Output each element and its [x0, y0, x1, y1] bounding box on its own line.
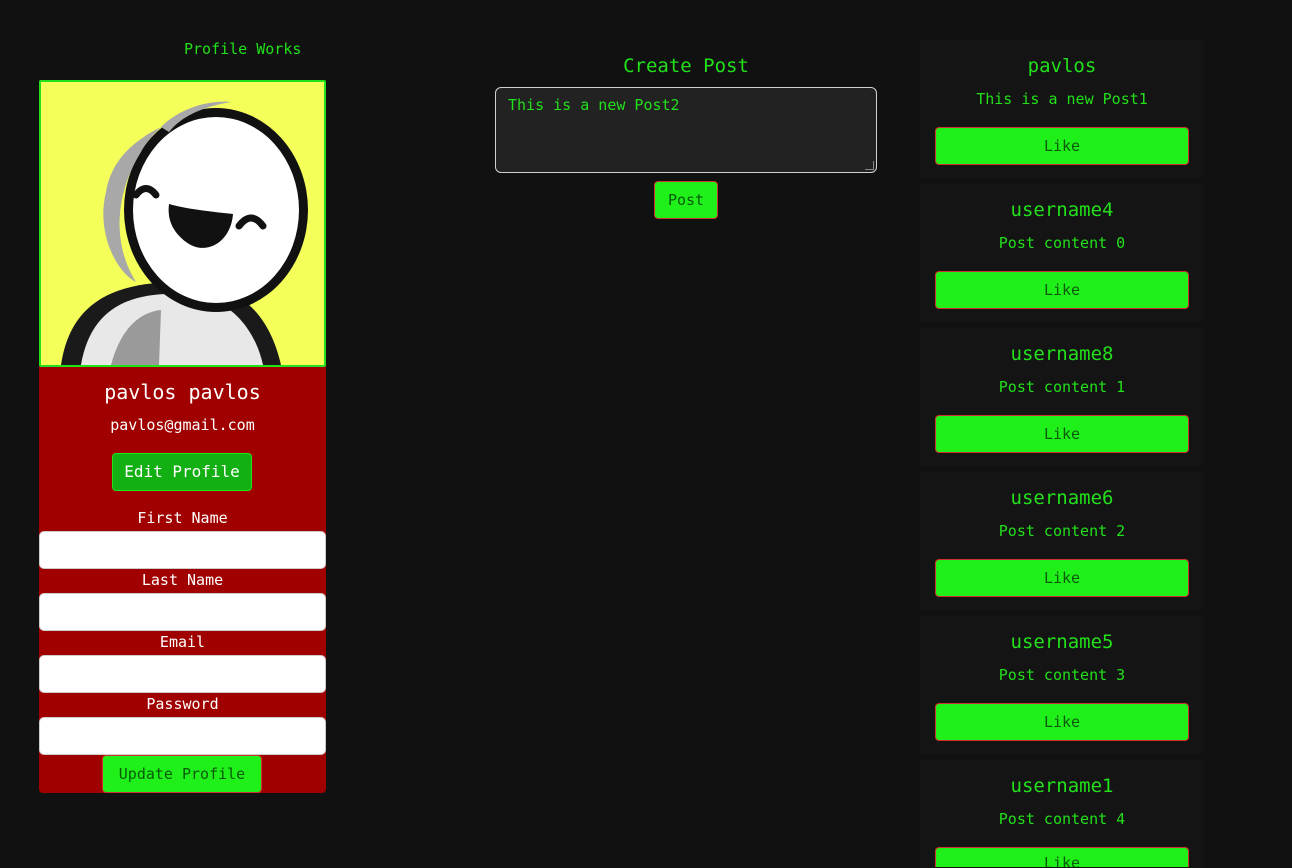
- feed-content: Post content 0: [998, 234, 1126, 252]
- feed-content: Post content 4: [998, 810, 1126, 828]
- first-name-label: First Name: [137, 509, 228, 527]
- feed-content: Post content 2: [998, 522, 1126, 540]
- create-post-title: Create Post: [623, 55, 749, 77]
- like-button[interactable]: Like: [935, 415, 1189, 453]
- post-textarea[interactable]: This is a new Post2: [495, 87, 877, 173]
- last-name-label: Last Name: [141, 571, 224, 589]
- first-name-input[interactable]: [39, 531, 326, 569]
- last-name-input[interactable]: [39, 593, 326, 631]
- feed-username: username8: [1010, 343, 1114, 365]
- like-button[interactable]: Like: [935, 847, 1189, 867]
- email-input[interactable]: [39, 655, 326, 693]
- like-button[interactable]: Like: [935, 703, 1189, 741]
- feed-item: username8 Post content 1 Like: [920, 328, 1204, 466]
- like-button[interactable]: Like: [935, 127, 1189, 165]
- feed-item: username5 Post content 3 Like: [920, 616, 1204, 754]
- feed-content: Post content 1: [998, 378, 1126, 396]
- feed-content: This is a new Post1: [976, 90, 1148, 108]
- feed-username: pavlos: [1027, 55, 1097, 77]
- update-profile-button[interactable]: Update Profile: [102, 755, 262, 793]
- edit-profile-button[interactable]: Edit Profile: [112, 453, 252, 491]
- like-button[interactable]: Like: [935, 271, 1189, 309]
- feed-item: username4 Post content 0 Like: [920, 184, 1204, 322]
- resize-grip-icon[interactable]: [865, 161, 874, 170]
- email-label: Email: [159, 633, 206, 651]
- avatar-illustration: [61, 101, 308, 365]
- profile-heading: Profile Works: [184, 40, 302, 58]
- post-textarea-text: This is a new Post2: [508, 96, 680, 114]
- feed-content: Post content 3: [998, 666, 1126, 684]
- feed-username: username1: [1010, 775, 1114, 797]
- post-button[interactable]: Post: [654, 181, 718, 219]
- page: Profile Works pavlos pavlos pavlos@gmail…: [0, 0, 1292, 868]
- feed-item: pavlos This is a new Post1 Like: [920, 40, 1204, 178]
- password-input[interactable]: [39, 717, 326, 755]
- feed-item: username6 Post content 2 Like: [920, 472, 1204, 610]
- profile-card: pavlos pavlos pavlos@gmail.com Edit Prof…: [39, 80, 326, 793]
- feed-item: username1 Post content 4 Like: [920, 760, 1204, 868]
- avatar: [39, 80, 326, 367]
- profile-name: pavlos pavlos: [104, 380, 261, 404]
- feed-username: username5: [1010, 631, 1114, 653]
- profile-email: pavlos@gmail.com: [110, 416, 255, 434]
- password-label: Password: [146, 695, 219, 713]
- like-button[interactable]: Like: [935, 559, 1189, 597]
- feed-username: username4: [1010, 199, 1114, 221]
- feed-username: username6: [1010, 487, 1114, 509]
